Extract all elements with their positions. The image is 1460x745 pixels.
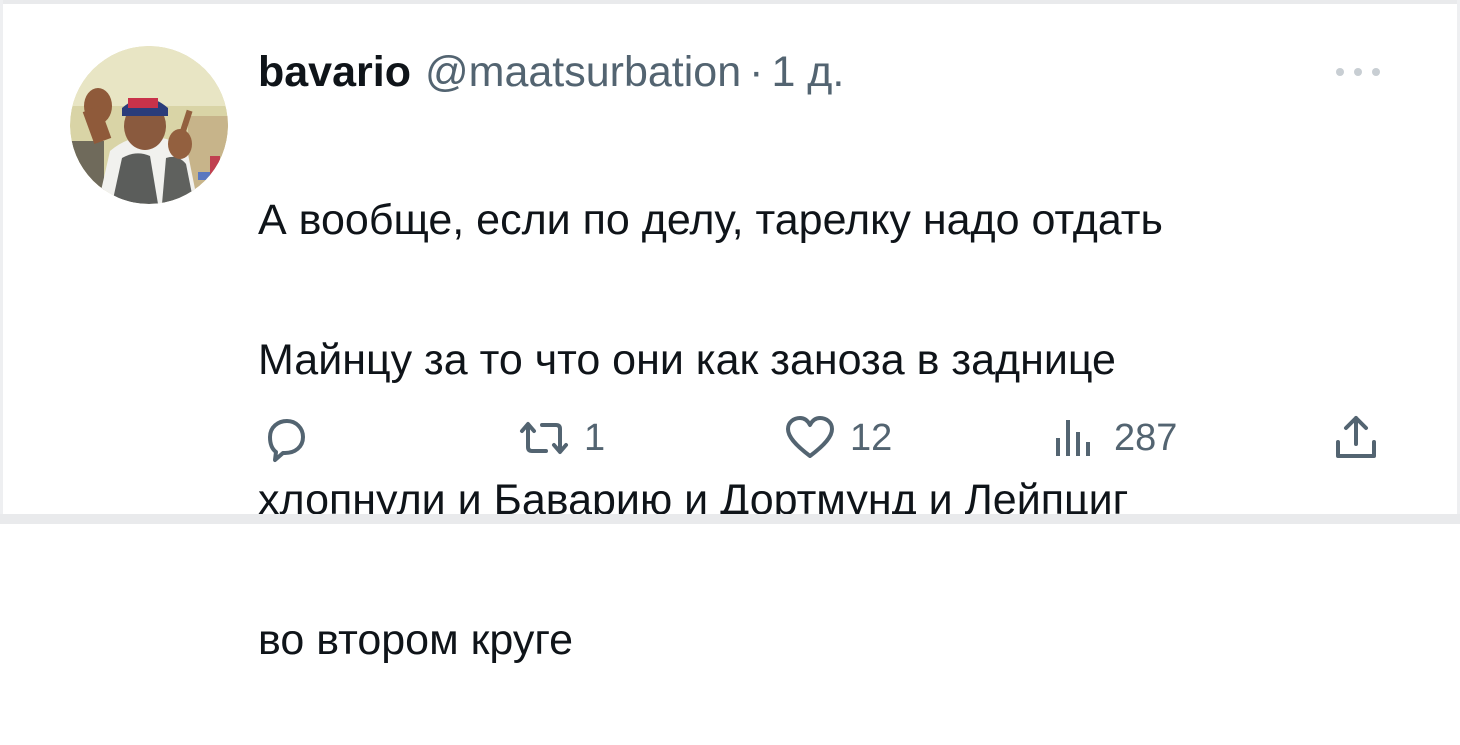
timestamp[interactable]: 1 д. bbox=[771, 48, 844, 97]
retweet-count: 1 bbox=[584, 416, 606, 459]
tweet-header: bavario @maatsurbation · 1 д. bbox=[258, 48, 844, 104]
reply-button[interactable] bbox=[258, 410, 314, 466]
heart-icon bbox=[786, 416, 834, 458]
share-button[interactable] bbox=[1328, 410, 1384, 466]
retweet-icon bbox=[520, 422, 568, 454]
views-button[interactable]: 287 bbox=[1046, 410, 1177, 466]
tweet-text-line: А вообще, если по делу, тарелку надо отд… bbox=[258, 196, 1163, 244]
like-count: 12 bbox=[850, 416, 893, 459]
action-bar: 1 12 287 bbox=[258, 410, 1388, 466]
separator-dot: · bbox=[749, 48, 764, 96]
more-icon[interactable] bbox=[1332, 60, 1384, 84]
views-count: 287 bbox=[1114, 416, 1178, 459]
avatar[interactable] bbox=[70, 46, 228, 204]
top-divider bbox=[0, 0, 1460, 4]
display-name[interactable]: bavario bbox=[258, 48, 411, 97]
avatar-image bbox=[70, 46, 228, 204]
bottom-divider bbox=[0, 514, 1460, 524]
share-icon bbox=[1336, 416, 1376, 458]
tweet-text-line: хлопнули и Баварию и Дортмунд и Лейпциг bbox=[258, 476, 1129, 524]
views-icon bbox=[1056, 420, 1090, 456]
tweet-text-line: во втором круге bbox=[258, 616, 573, 664]
user-handle[interactable]: @maatsurbation bbox=[425, 48, 741, 97]
reply-icon bbox=[268, 419, 305, 462]
tweet-card[interactable]: bavario @maatsurbation · 1 д. А вообще, … bbox=[0, 0, 1460, 664]
left-divider bbox=[0, 0, 3, 524]
like-button[interactable]: 12 bbox=[782, 410, 892, 466]
tweet-text-line: Майнцу за то что они как заноза в задниц… bbox=[258, 336, 1116, 384]
retweet-button[interactable]: 1 bbox=[516, 410, 605, 466]
